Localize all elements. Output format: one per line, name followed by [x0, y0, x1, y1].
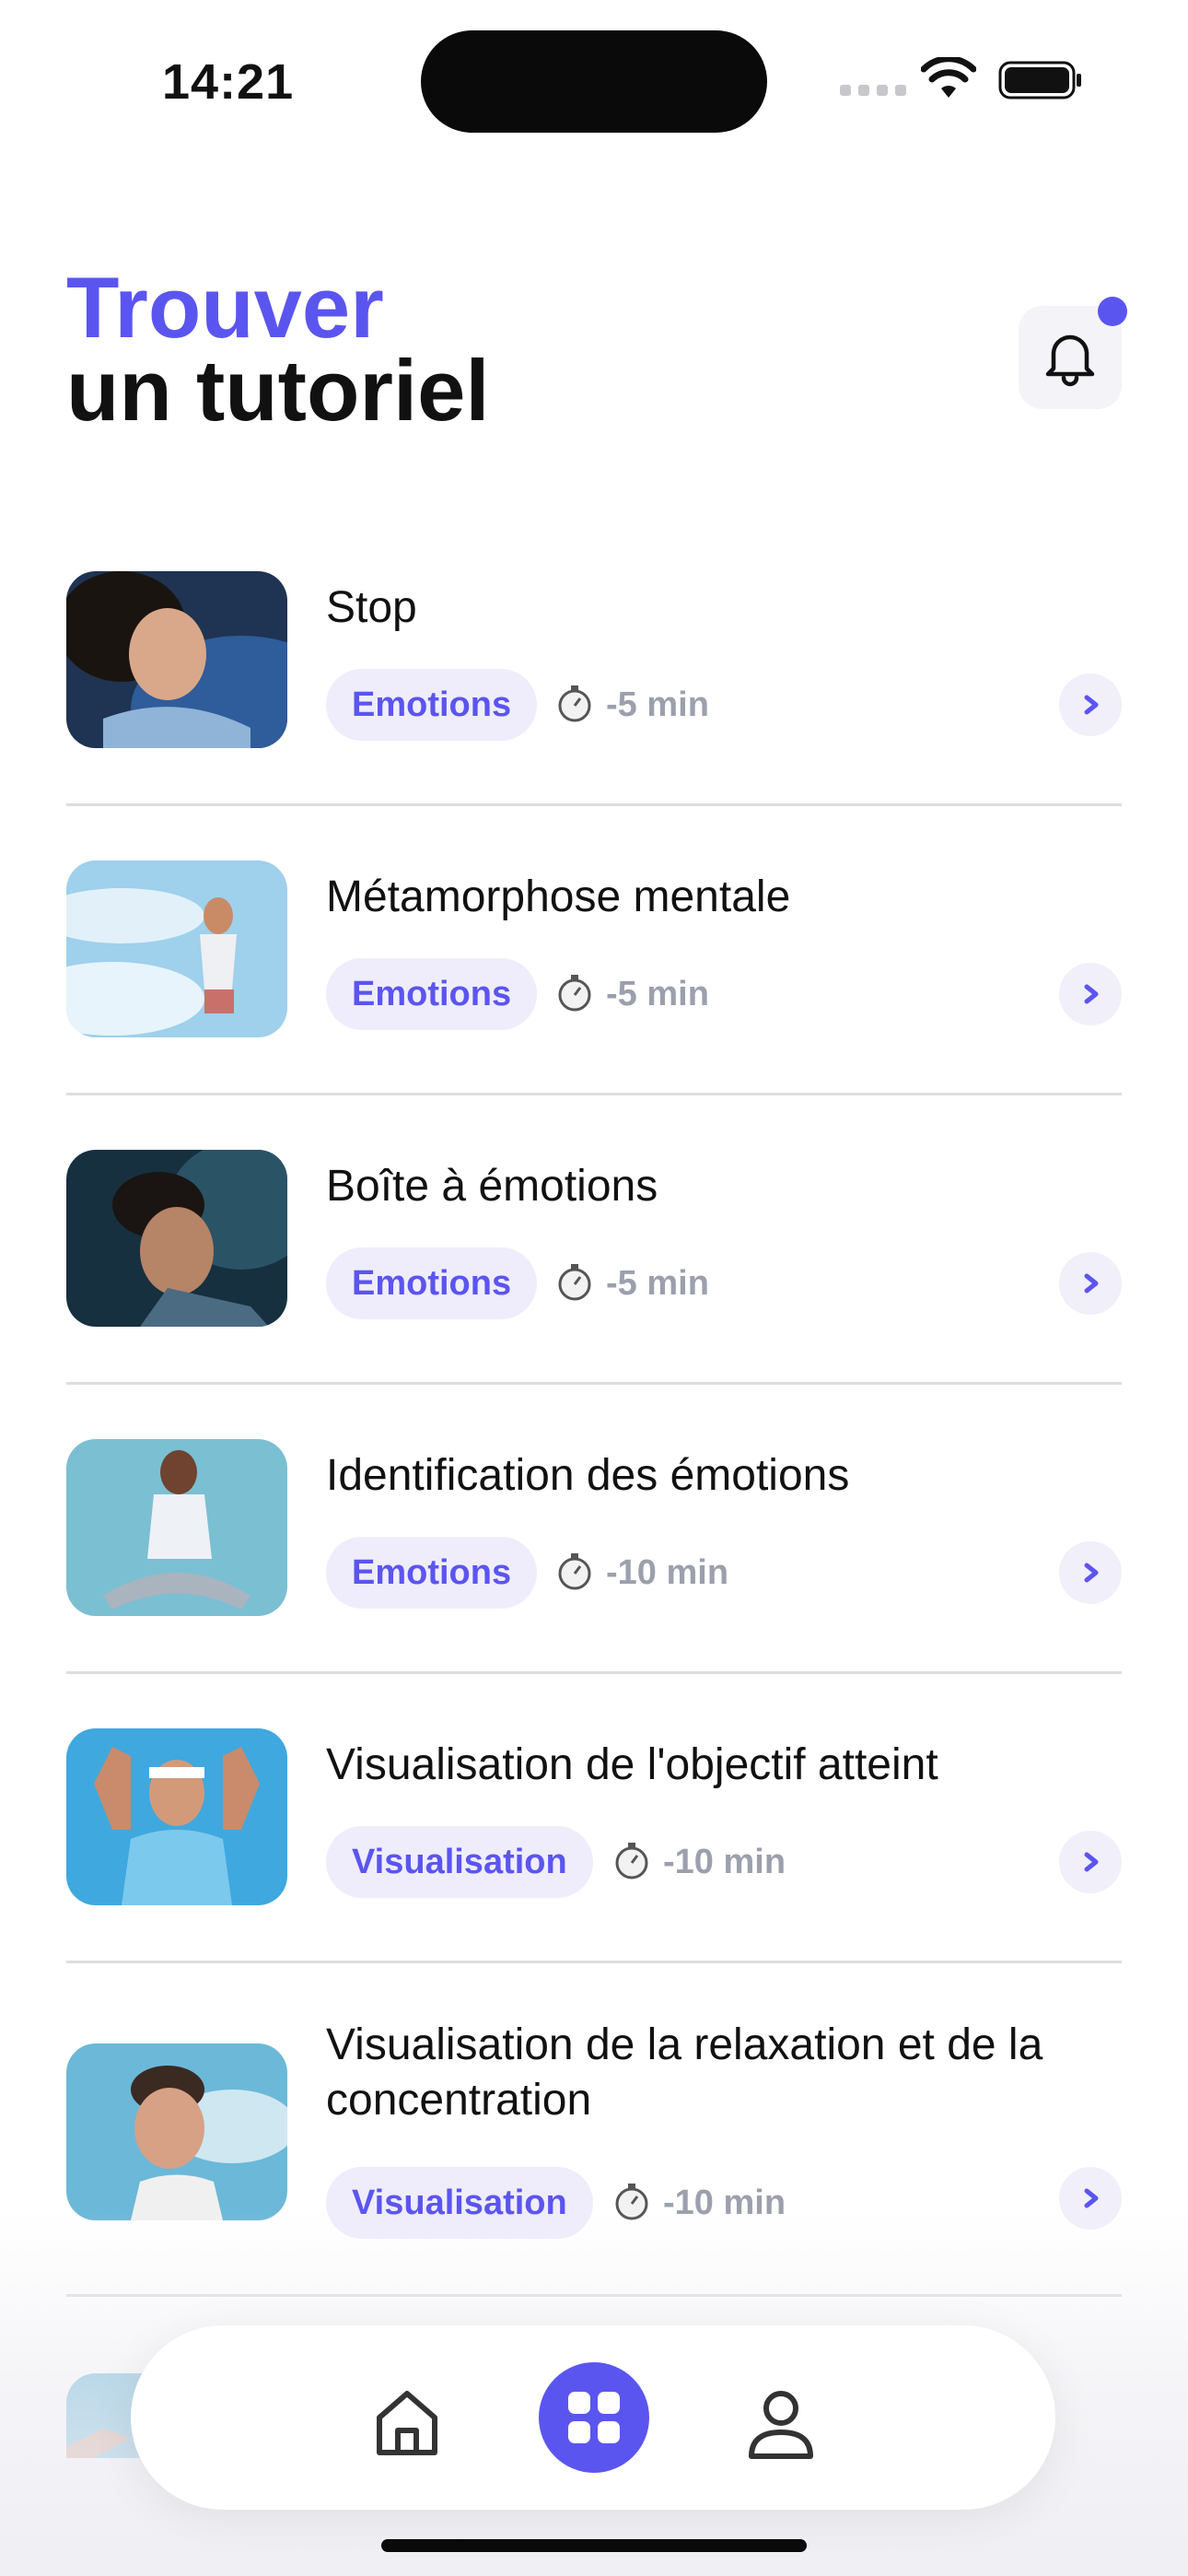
tutorial-title: Stop: [326, 583, 417, 632]
category-tag: Emotions: [326, 1247, 538, 1319]
tutorial-thumbnail: [66, 571, 287, 748]
tutorial-title: Visualisation de la relaxation et de la …: [326, 2020, 1043, 2125]
divider: [66, 803, 1122, 806]
tutorial-thumbnail: [66, 861, 287, 1037]
page-title-accent: Trouver: [66, 259, 384, 356]
cellular-signal-icon: [840, 85, 906, 96]
chevron-right-icon: [1084, 1563, 1099, 1583]
tutorial-thumbnail: [66, 1728, 287, 1905]
duration-text: -5 min: [606, 1264, 709, 1303]
tutorial-row[interactable]: Identification des émotions Emotions -10…: [66, 1439, 1122, 1616]
duration: -10 min: [554, 1537, 728, 1609]
battery-icon: [998, 61, 1081, 100]
duration-text: -10 min: [663, 1843, 786, 1881]
stopwatch-icon: [558, 1264, 591, 1301]
divider: [66, 1093, 1122, 1095]
tutorial-title: Boîte à émotions: [326, 1162, 658, 1211]
category-tag: Emotions: [326, 669, 538, 741]
duration-text: -5 min: [606, 685, 709, 724]
tutorial-title: Métamorphose mentale: [326, 872, 791, 921]
tab-tutorials[interactable]: [539, 2362, 649, 2473]
tutorial-row[interactable]: Stop Emotions -5 min: [66, 571, 1122, 748]
tutorial-title: Visualisation de l'objectif atteint: [326, 1740, 938, 1789]
grid-icon: [568, 2392, 620, 2443]
open-tutorial-button[interactable]: [1059, 673, 1122, 736]
tutorial-thumbnail: [66, 2043, 287, 2220]
divider: [66, 1961, 1122, 1963]
bell-icon: [1045, 334, 1095, 387]
home-indicator: [381, 2539, 807, 2552]
duration-text: -5 min: [606, 975, 709, 1013]
open-tutorial-button[interactable]: [1059, 1831, 1122, 1893]
stopwatch-icon: [558, 685, 591, 722]
duration: -5 min: [554, 669, 709, 741]
open-tutorial-button[interactable]: [1059, 963, 1122, 1025]
profile-icon[interactable]: [740, 2383, 821, 2464]
duration-text: -10 min: [606, 1553, 729, 1592]
tutorial-row[interactable]: Métamorphose mentale Emotions -5 min: [66, 861, 1122, 1037]
chevron-right-icon: [1084, 1852, 1099, 1872]
tutorial-row[interactable]: Visualisation de l'objectif atteint Visu…: [66, 1728, 1122, 1905]
dynamic-island: [421, 30, 767, 133]
status-time: 14:21: [162, 54, 295, 110]
duration: -10 min: [611, 1826, 786, 1898]
duration: -5 min: [554, 958, 709, 1030]
wifi-icon: [921, 57, 976, 98]
divider: [66, 1671, 1122, 1674]
chevron-right-icon: [1084, 695, 1099, 715]
chevron-right-icon: [1084, 2188, 1099, 2208]
stopwatch-icon: [558, 975, 591, 1012]
open-tutorial-button[interactable]: [1059, 1541, 1122, 1604]
category-tag: Emotions: [326, 1537, 538, 1609]
tutorial-row[interactable]: Boîte à émotions Emotions -5 min: [66, 1150, 1122, 1327]
tutorial-thumbnail: [66, 1150, 287, 1327]
home-icon[interactable]: [367, 2383, 448, 2464]
notification-badge: [1098, 297, 1127, 326]
stopwatch-icon: [615, 1843, 648, 1879]
chevron-right-icon: [1084, 984, 1099, 1004]
chevron-right-icon: [1084, 1273, 1099, 1294]
tutorial-title: Identification des émotions: [326, 1451, 850, 1500]
duration: -5 min: [554, 1247, 709, 1319]
category-tag: Emotions: [326, 958, 538, 1030]
tutorial-thumbnail: [66, 1439, 287, 1616]
divider: [66, 1382, 1122, 1385]
stopwatch-icon: [558, 1553, 591, 1590]
category-tag: Visualisation: [326, 1826, 593, 1898]
page-title: un tutoriel: [66, 342, 490, 439]
open-tutorial-button[interactable]: [1059, 1252, 1122, 1315]
